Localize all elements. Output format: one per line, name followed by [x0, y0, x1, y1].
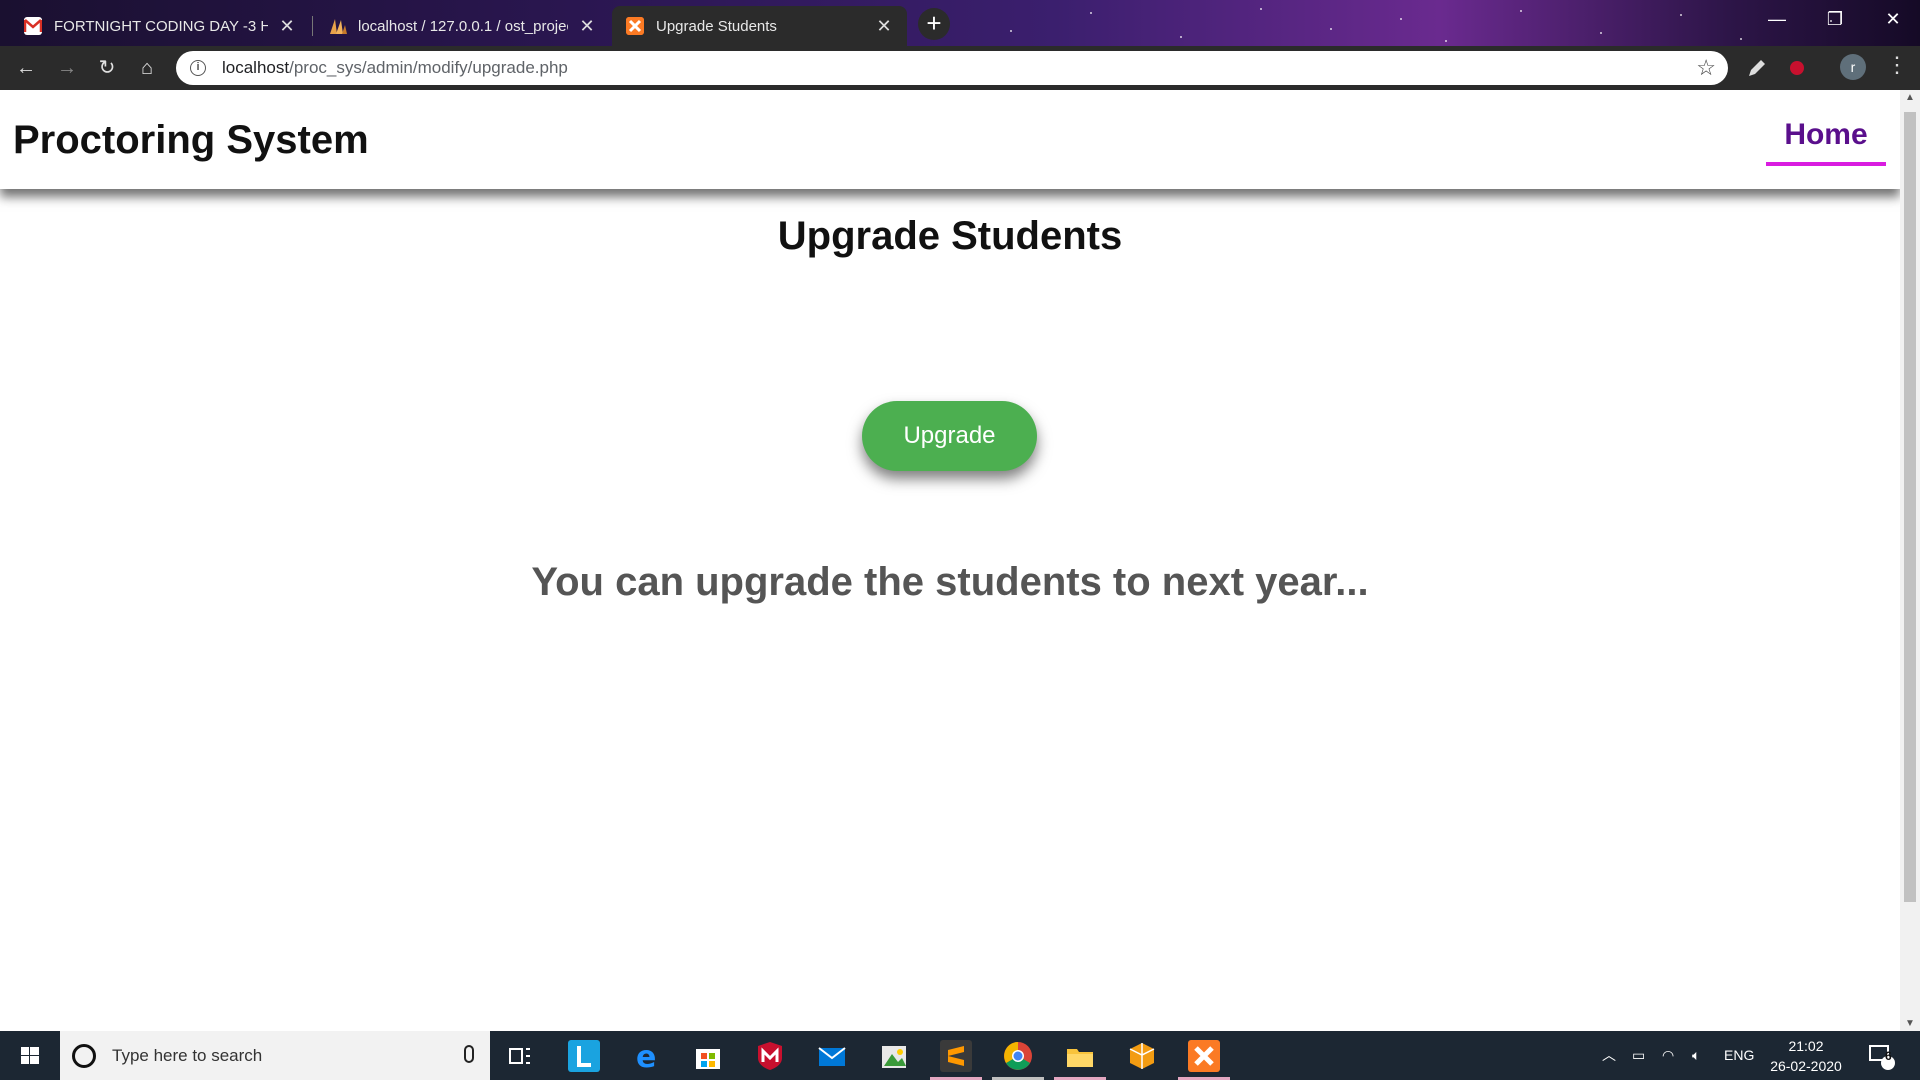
- language-indicator[interactable]: ENG: [1724, 1031, 1754, 1080]
- close-icon[interactable]: ✕: [278, 16, 296, 37]
- edge-icon[interactable]: e: [630, 1040, 662, 1075]
- cortana-icon: [72, 1043, 96, 1068]
- xampp-icon: [626, 17, 644, 35]
- taskbar-search-box[interactable]: Type here to search: [60, 1031, 490, 1080]
- menu-kebab-icon[interactable]: ⋮: [1886, 52, 1908, 78]
- tab-upgrade-students[interactable]: Upgrade Students ✕: [612, 6, 907, 46]
- tab-gmail[interactable]: FORTNIGHT CODING DAY -3 HAC ✕: [10, 6, 310, 46]
- address-bar[interactable]: i localhost/proc_sys/admin/modify/upgrad…: [176, 51, 1728, 85]
- url-host: localhost: [222, 58, 290, 77]
- nav-home-link[interactable]: Home: [1766, 118, 1886, 166]
- sublime-text-icon[interactable]: [940, 1040, 972, 1072]
- tab-title: localhost / 127.0.0.1 / ost_project: [358, 17, 568, 35]
- page-title: Upgrade Students: [777, 214, 1123, 258]
- browser-tab-strip: FORTNIGHT CODING DAY -3 HAC ✕ localhost …: [0, 0, 1920, 46]
- back-button[interactable]: ←: [10, 52, 42, 84]
- tab-phpmyadmin[interactable]: localhost / 127.0.0.1 / ost_project ✕: [314, 6, 610, 46]
- bookmark-star-icon[interactable]: ☆: [1696, 55, 1716, 81]
- svg-text:e: e: [636, 1040, 656, 1072]
- page-scrollbar[interactable]: ▲ ▼: [1900, 90, 1920, 1031]
- site-info-icon[interactable]: i: [190, 60, 206, 76]
- browser-toolbar: ← → ↻ ⌂ i localhost/proc_sys/admin/modif…: [0, 46, 1920, 90]
- clock-time: 21:02: [1788, 1038, 1824, 1054]
- tab-title: Upgrade Students: [656, 17, 777, 35]
- scrollbar-thumb[interactable]: [1904, 112, 1916, 902]
- chrome-icon[interactable]: [1002, 1040, 1034, 1072]
- package-app-icon[interactable]: [1126, 1040, 1158, 1072]
- pen-extension-icon[interactable]: [1746, 57, 1768, 84]
- microphone-icon[interactable]: [464, 1045, 474, 1063]
- record-extension-icon[interactable]: [1786, 57, 1808, 84]
- site-navbar: Proctoring System Home: [0, 90, 1900, 189]
- search-placeholder: Type here to search: [112, 1045, 263, 1065]
- store-icon[interactable]: [692, 1040, 724, 1072]
- close-icon[interactable]: ✕: [875, 16, 893, 37]
- new-tab-button[interactable]: +: [918, 8, 950, 40]
- minimize-button[interactable]: —: [1748, 0, 1806, 40]
- profile-avatar[interactable]: r: [1840, 54, 1866, 80]
- scroll-down-icon[interactable]: ▼: [1900, 1018, 1920, 1029]
- volume-icon[interactable]: 🔈︎: [1692, 1031, 1700, 1080]
- info-message: You can upgrade the students to next yea…: [531, 560, 1369, 604]
- windows-taskbar: Type here to search e ︿ ▭ ◠ 🔈︎ ENG 21:02…: [0, 1031, 1920, 1080]
- windows-start-button[interactable]: [0, 1031, 60, 1080]
- close-icon[interactable]: ✕: [578, 16, 596, 37]
- forward-button[interactable]: →: [51, 52, 83, 84]
- clock-date: 26-02-2020: [1770, 1058, 1842, 1074]
- gmail-icon: [23, 17, 43, 35]
- xampp-taskbar-icon[interactable]: [1188, 1040, 1220, 1072]
- web-page: Proctoring System Home Upgrade Students …: [0, 90, 1920, 1031]
- mcafee-icon[interactable]: [754, 1040, 786, 1072]
- photos-icon[interactable]: [878, 1040, 910, 1072]
- notification-center-icon[interactable]: 6: [1866, 1031, 1906, 1080]
- site-brand: Proctoring System: [13, 118, 369, 162]
- task-view-icon[interactable]: [504, 1040, 536, 1072]
- tab-title: FORTNIGHT CODING DAY -3 HAC: [54, 17, 268, 35]
- url-path: /proc_sys/admin/modify/upgrade.php: [289, 58, 568, 77]
- phpmyadmin-icon: [328, 17, 347, 35]
- battery-icon[interactable]: ▭: [1632, 1031, 1645, 1080]
- close-window-button[interactable]: ✕: [1864, 0, 1920, 40]
- notification-count: 6: [1885, 1049, 1892, 1063]
- file-explorer-icon[interactable]: [1064, 1040, 1096, 1072]
- home-icon[interactable]: ⌂: [131, 52, 163, 84]
- restore-button[interactable]: ❐: [1806, 0, 1864, 40]
- reload-button[interactable]: ↻: [91, 52, 123, 84]
- chevron-up-icon[interactable]: ︿: [1602, 1031, 1616, 1080]
- mail-icon[interactable]: [816, 1040, 848, 1072]
- upgrade-button[interactable]: Upgrade: [862, 401, 1037, 471]
- taskbar-clock[interactable]: 21:02 26-02-2020: [1766, 1036, 1846, 1076]
- wifi-icon[interactable]: ◠: [1662, 1031, 1674, 1080]
- launcher-l-icon[interactable]: [568, 1040, 600, 1072]
- scroll-up-icon[interactable]: ▲: [1900, 92, 1920, 103]
